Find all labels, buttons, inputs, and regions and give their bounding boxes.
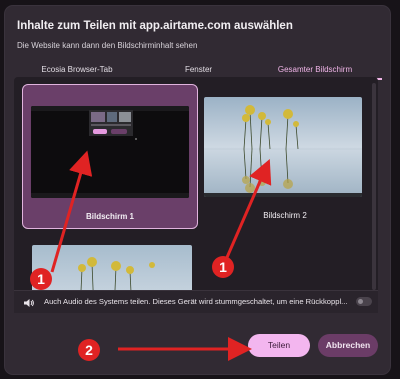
screen-tile-1[interactable]: Bildschirm 1: [22, 84, 198, 229]
dialog-subtitle: Die Website kann dann den Bildschirminha…: [17, 41, 198, 50]
screen-tile-2[interactable]: Bildschirm 2: [198, 84, 372, 227]
speaker-icon: [23, 296, 35, 308]
cancel-button[interactable]: Abbrechen: [318, 334, 378, 357]
annotation-badge-1a: 1: [30, 268, 52, 290]
system-audio-row: Auch Audio des Systems teilen. Dieses Ge…: [14, 290, 378, 313]
screen-list-scrollbar[interactable]: [372, 83, 376, 290]
annotation-badge-1b: 1: [212, 256, 234, 278]
screen-2-thumbnail: [204, 97, 362, 197]
screen-list: Bildschirm 1 Bildschirm 2: [14, 77, 378, 313]
system-audio-label: Auch Audio des Systems teilen. Dieses Ge…: [44, 297, 348, 306]
system-audio-toggle[interactable]: [356, 297, 372, 306]
screen-2-label: Bildschirm 2: [263, 211, 307, 220]
screen-1-label: Bildschirm 1: [85, 212, 134, 221]
share-button[interactable]: Teilen: [248, 334, 310, 357]
annotation-badge-2: 2: [78, 339, 100, 361]
screen-1-thumbnail: [31, 106, 189, 198]
dialog-title: Inhalte zum Teilen mit app.airtame.com a…: [17, 20, 293, 32]
